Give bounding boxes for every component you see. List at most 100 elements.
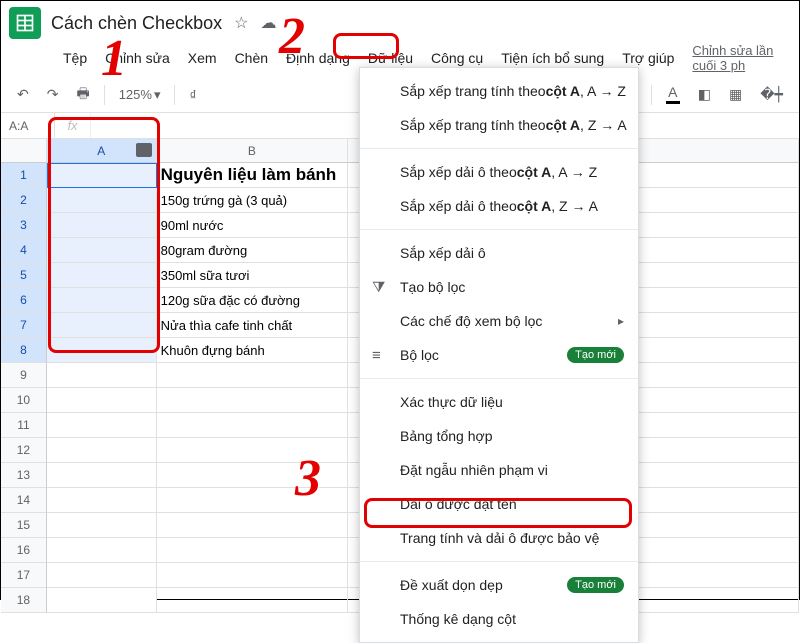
fill-color-button[interactable]: ◧ <box>692 82 717 107</box>
menu-format[interactable]: Định dạng <box>278 46 358 70</box>
cell-E9[interactable] <box>627 363 799 388</box>
menu-filter-views[interactable]: Các chế độ xem bộ lọc▸ <box>360 304 638 338</box>
row-header[interactable]: 7 <box>1 313 47 338</box>
select-all-corner[interactable] <box>1 139 47 163</box>
menu-sort-sheet-za[interactable]: Sắp xếp trang tính theo cột A, Z → A <box>360 108 638 142</box>
cell-A13[interactable] <box>47 463 157 488</box>
menu-slicer[interactable]: ≡Bộ lọcTạo mới <box>360 338 638 372</box>
star-icon[interactable]: ☆ <box>232 11 250 35</box>
cell-E5[interactable] <box>627 263 799 288</box>
cell-E16[interactable] <box>627 538 799 563</box>
row-header[interactable]: 1 <box>1 163 47 188</box>
cell-A16[interactable] <box>47 538 157 563</box>
cell-B7[interactable]: Nửa thìa cafe tinh chất <box>157 313 349 338</box>
row-header[interactable]: 3 <box>1 213 47 238</box>
cell-B18[interactable] <box>157 588 349 613</box>
row-header[interactable]: 15 <box>1 513 47 538</box>
cell-B4[interactable]: 80gram đường <box>157 238 349 263</box>
cell-B17[interactable] <box>157 563 349 588</box>
cell-B13[interactable] <box>157 463 349 488</box>
col-header-B[interactable]: B <box>157 139 349 163</box>
row-header[interactable]: 4 <box>1 238 47 263</box>
cell-A17[interactable] <box>47 563 157 588</box>
column-menu-icon[interactable] <box>136 143 152 157</box>
cell-A1[interactable] <box>47 163 157 188</box>
menu-named-ranges[interactable]: Dải ô được đặt tên <box>360 487 638 521</box>
cell-A8[interactable] <box>47 338 157 363</box>
row-header[interactable]: 17 <box>1 563 47 588</box>
redo-button[interactable]: ↷ <box>41 82 65 107</box>
menu-protected-sheets[interactable]: Trang tính và dải ô được bảo vệ <box>360 521 638 555</box>
text-color-button[interactable]: A <box>660 81 686 108</box>
cell-B12[interactable] <box>157 438 349 463</box>
row-header[interactable]: 6 <box>1 288 47 313</box>
cell-A14[interactable] <box>47 488 157 513</box>
menu-create-filter[interactable]: ⧩Tạo bộ lọc <box>360 270 638 304</box>
cell-E13[interactable] <box>627 463 799 488</box>
print-button[interactable]: 🖶 <box>70 79 95 111</box>
cell-E6[interactable] <box>627 288 799 313</box>
cell-B9[interactable] <box>157 363 349 388</box>
row-header[interactable]: 13 <box>1 463 47 488</box>
document-title[interactable]: Cách chèn Checkbox <box>51 13 222 34</box>
menu-column-stats[interactable]: Thống kê dạng cột <box>360 602 638 636</box>
cell-A10[interactable] <box>47 388 157 413</box>
row-header[interactable]: 8 <box>1 338 47 363</box>
undo-button[interactable]: ↶ <box>11 82 35 107</box>
cell-E8[interactable] <box>627 338 799 363</box>
menu-sort-range-az[interactable]: Sắp xếp dải ô theo cột A, A → Z <box>360 155 638 189</box>
cell-B14[interactable] <box>157 488 349 513</box>
cloud-saved-icon[interactable]: ☁ <box>260 13 276 33</box>
cell-B3[interactable]: 90ml nước <box>157 213 349 238</box>
row-header[interactable]: 2 <box>1 188 47 213</box>
merge-cells-button[interactable]: �┿ <box>754 82 789 107</box>
cell-E1[interactable] <box>627 163 799 188</box>
cell-A9[interactable] <box>47 363 157 388</box>
cell-E18[interactable] <box>627 588 799 613</box>
borders-button[interactable]: ▦ <box>723 82 748 107</box>
row-header[interactable]: 9 <box>1 363 47 388</box>
last-edit-link[interactable]: Chỉnh sửa lần cuối 3 ph <box>692 43 791 73</box>
cell-B2[interactable]: 150g trứng gà (3 quả) <box>157 188 349 213</box>
menu-view[interactable]: Xem <box>180 46 225 70</box>
col-header-E[interactable] <box>627 139 799 163</box>
menu-sort-range-za[interactable]: Sắp xếp dải ô theo cột A, Z → A <box>360 189 638 223</box>
cell-E11[interactable] <box>627 413 799 438</box>
sheets-app-icon[interactable] <box>9 7 41 39</box>
menu-sort-sheet-az[interactable]: Sắp xếp trang tính theo cột A, A → Z <box>360 74 638 108</box>
cell-B6[interactable]: 120g sữa đặc có đường <box>157 288 349 313</box>
row-header[interactable]: 14 <box>1 488 47 513</box>
menu-data-validation[interactable]: Xác thực dữ liệu <box>360 385 638 419</box>
cell-A5[interactable] <box>47 263 157 288</box>
row-header[interactable]: 11 <box>1 413 47 438</box>
cell-E3[interactable] <box>627 213 799 238</box>
cell-B5[interactable]: 350ml sữa tươi <box>157 263 349 288</box>
menu-sort-range-adv[interactable]: Sắp xếp dải ô <box>360 236 638 270</box>
menu-pivot-table[interactable]: Bảng tổng hợp <box>360 419 638 453</box>
cell-B15[interactable] <box>157 513 349 538</box>
row-header[interactable]: 10 <box>1 388 47 413</box>
cell-E7[interactable] <box>627 313 799 338</box>
cell-B1[interactable]: Nguyên liệu làm bánh <box>157 163 349 188</box>
cell-E2[interactable] <box>627 188 799 213</box>
menu-edit[interactable]: Chỉnh sửa <box>97 46 178 70</box>
cell-A18[interactable] <box>47 588 157 613</box>
cell-B11[interactable] <box>157 413 349 438</box>
menu-insert[interactable]: Chèn <box>227 46 276 70</box>
menu-file[interactable]: Tệp <box>55 46 95 70</box>
cell-A4[interactable] <box>47 238 157 263</box>
cell-E10[interactable] <box>627 388 799 413</box>
row-header[interactable]: 18 <box>1 588 47 613</box>
cell-E14[interactable] <box>627 488 799 513</box>
format-as-currency-button[interactable]: ₫ <box>183 83 202 107</box>
cell-B8[interactable]: Khuôn đựng bánh <box>157 338 349 363</box>
row-header[interactable]: 12 <box>1 438 47 463</box>
cell-B16[interactable] <box>157 538 349 563</box>
cell-E12[interactable] <box>627 438 799 463</box>
cell-A12[interactable] <box>47 438 157 463</box>
cell-B10[interactable] <box>157 388 349 413</box>
col-header-A[interactable]: A <box>47 139 157 163</box>
cell-A7[interactable] <box>47 313 157 338</box>
cell-A6[interactable] <box>47 288 157 313</box>
cell-A3[interactable] <box>47 213 157 238</box>
